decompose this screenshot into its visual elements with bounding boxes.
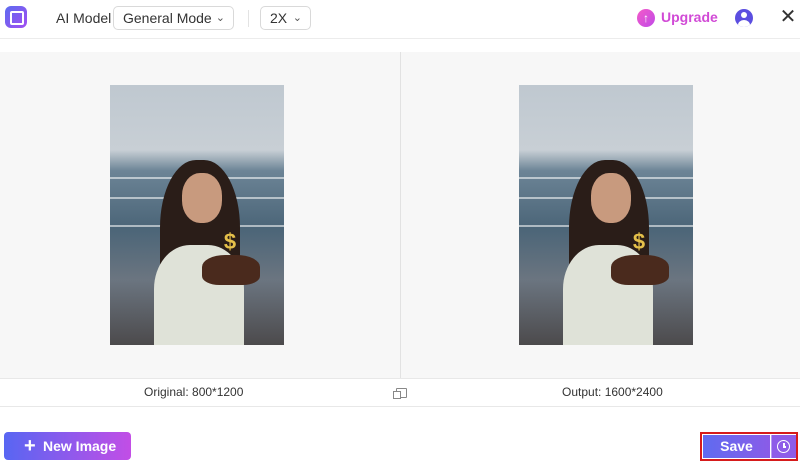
ai-model-label: AI Model <box>56 10 112 26</box>
scale-select-value: 2X <box>270 10 288 26</box>
top-toolbar: AI Model General Mode ⌄ 2X ⌄ ↑ Upgrade ✕ <box>0 0 800 39</box>
upgrade-label: Upgrade <box>661 9 718 25</box>
original-image: $ <box>110 85 284 345</box>
save-button-group: Save <box>700 432 798 461</box>
new-image-label: New Image <box>43 438 117 454</box>
clock-icon <box>777 440 790 453</box>
history-button[interactable] <box>771 435 796 458</box>
original-size-label: Original: 800*1200 <box>144 385 244 399</box>
image-info-bar: Original: 800*1200 Output: 1600*2400 <box>0 378 800 407</box>
app-logo-icon <box>5 6 27 28</box>
mode-select-value: General Mode <box>123 10 212 26</box>
save-button[interactable]: Save <box>703 435 770 458</box>
user-avatar-icon[interactable] <box>735 9 753 27</box>
mode-select[interactable]: General Mode ⌄ <box>113 6 234 30</box>
compare-icon[interactable] <box>393 388 407 399</box>
preview-divider <box>400 52 401 378</box>
toolbar-divider <box>248 10 249 27</box>
chevron-down-icon: ⌄ <box>292 12 302 24</box>
scale-select[interactable]: 2X ⌄ <box>260 6 311 30</box>
chevron-down-icon: ⌄ <box>215 12 225 24</box>
close-icon[interactable]: ✕ <box>778 5 798 29</box>
output-image: $ <box>519 85 693 345</box>
plus-icon: + <box>24 435 36 457</box>
arrow-up-circle-icon: ↑ <box>637 9 655 27</box>
new-image-button[interactable]: + New Image <box>4 432 131 460</box>
output-size-label: Output: 1600*2400 <box>562 385 663 399</box>
